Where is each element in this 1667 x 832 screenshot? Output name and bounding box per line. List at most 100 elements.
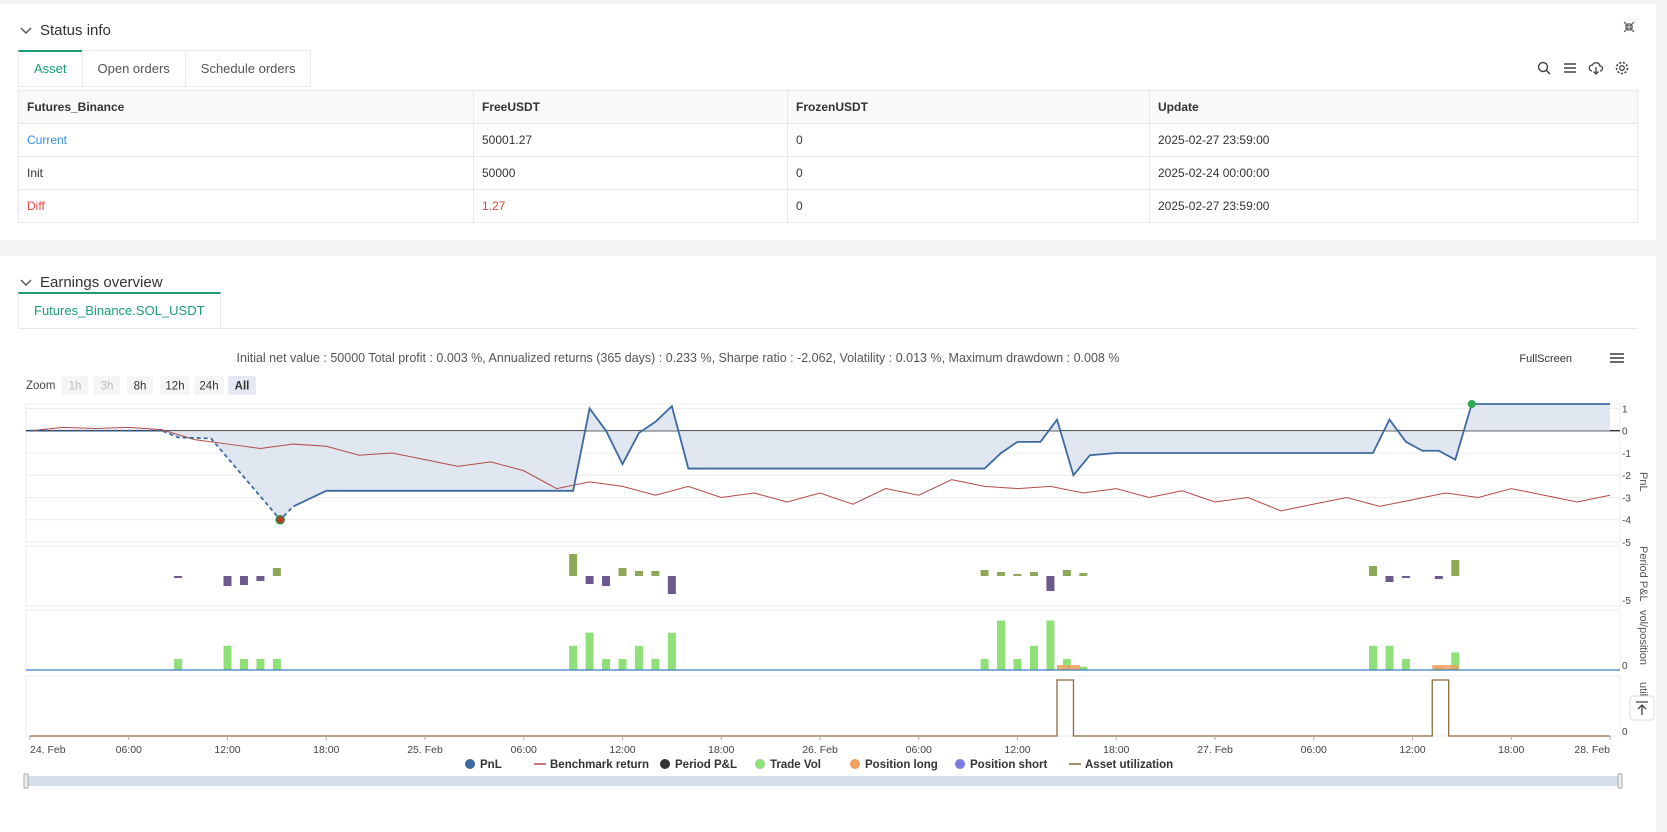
legend-item[interactable]: PnL xyxy=(480,759,502,771)
update-value: 2025-02-27 23:59:00 xyxy=(1149,189,1638,223)
frozen-value: 0 xyxy=(787,156,1150,190)
collapse-icon[interactable] xyxy=(1622,20,1636,34)
zoom-button-label: All xyxy=(235,381,250,393)
tab-schedule-orders[interactable]: Schedule orders xyxy=(184,50,312,86)
x-tick-label: 12:00 xyxy=(1004,744,1030,756)
trade-vol-bar xyxy=(569,645,578,670)
table-row: Init 50000 0 2025-02-24 00:00:00 xyxy=(18,156,1638,190)
period-bar xyxy=(1079,573,1088,576)
navigator-strip[interactable] xyxy=(26,776,1620,786)
col-free: FreeUSDT xyxy=(473,90,788,124)
list-icon[interactable] xyxy=(1562,60,1578,76)
tab-asset[interactable]: Asset xyxy=(18,50,83,86)
legend-item[interactable]: Position long xyxy=(865,759,938,771)
cloud-download-icon[interactable] xyxy=(1588,60,1604,76)
trade-vol-bar xyxy=(667,632,676,670)
free-value: 50000 xyxy=(473,156,788,190)
legend-dot-marker xyxy=(660,759,670,769)
trade-vol-bar xyxy=(602,659,611,670)
period-bar xyxy=(618,568,627,576)
fullscreen-button[interactable]: FullScreen xyxy=(1519,353,1572,365)
status-header[interactable]: Status info xyxy=(18,18,111,42)
legend-dot-marker xyxy=(755,759,765,769)
position-long-bar xyxy=(1432,665,1459,670)
period-bar xyxy=(651,571,660,576)
trade-vol-bar xyxy=(239,659,248,670)
status-panel: Status info Asset Open orders Schedule o… xyxy=(0,4,1656,240)
earnings-chart: Initial net value : 50000 Total profit :… xyxy=(23,351,1655,789)
period-bar xyxy=(602,576,611,586)
zoom-label: Zoom xyxy=(26,380,55,392)
col-exchange: Futures_Binance xyxy=(18,90,474,124)
chevron-down-icon[interactable] xyxy=(18,22,34,38)
zoom-button-label: 8h xyxy=(134,381,147,393)
row-label: Init xyxy=(18,156,474,190)
frozen-value: 0 xyxy=(787,123,1150,157)
tab-open-orders[interactable]: Open orders xyxy=(81,50,186,86)
legend-item[interactable]: Period P&L xyxy=(675,759,737,771)
pnl-tick-label: -2 xyxy=(1622,471,1631,482)
x-tick-label: 28. Feb xyxy=(1574,744,1610,756)
trade-vol-bar xyxy=(256,659,265,670)
vol-axis-label: vol/position xyxy=(1637,610,1649,665)
pnl-tick-label: 0 xyxy=(1622,427,1628,438)
trade-vol-bar xyxy=(651,659,660,670)
period-bar xyxy=(256,576,265,581)
period-bar xyxy=(174,576,183,578)
frozen-value: 0 xyxy=(787,189,1150,223)
legend-item[interactable]: Trade Vol xyxy=(770,759,821,771)
menu-icon[interactable] xyxy=(1610,353,1624,363)
update-value: 2025-02-24 00:00:00 xyxy=(1149,156,1638,190)
util-pane-frame xyxy=(25,675,1621,737)
x-tick-label: 06:00 xyxy=(1301,744,1327,756)
period-bar xyxy=(239,576,248,585)
period-axis-label: Period P&L xyxy=(1637,546,1649,602)
period-tick-label: -5 xyxy=(1622,596,1631,607)
free-value: 1.27 xyxy=(473,189,788,223)
earnings-panel: Earnings overview Futures_Binance.SOL_US… xyxy=(0,256,1656,832)
period-bar xyxy=(1369,566,1377,576)
x-tick-label: 18:00 xyxy=(708,744,734,756)
table-header-row: Futures_Binance FreeUSDT FrozenUSDT Upda… xyxy=(18,90,1638,124)
x-tick-label: 06:00 xyxy=(906,744,932,756)
vol-tick-label: 0 xyxy=(1622,661,1628,672)
gear-icon[interactable] xyxy=(1614,60,1630,76)
pnl-tick-label: -1 xyxy=(1622,449,1631,460)
legend-item[interactable]: Asset utilization xyxy=(1085,759,1173,771)
x-tick-label: 27. Feb xyxy=(1197,744,1233,756)
zoom-button-label: 24h xyxy=(199,381,218,393)
x-tick-label: 06:00 xyxy=(511,744,537,756)
search-icon[interactable] xyxy=(1536,60,1552,76)
vol-pane-frame xyxy=(25,609,1621,671)
max-marker xyxy=(1467,400,1476,408)
legend-item[interactable]: Benchmark return xyxy=(550,759,649,771)
zoom-button-label: 12h xyxy=(165,381,184,393)
position-long-bar xyxy=(1057,665,1081,670)
period-bar xyxy=(634,571,643,576)
period-bar xyxy=(1401,576,1410,578)
trade-vol-bar xyxy=(174,659,183,670)
period-bar xyxy=(1029,572,1038,576)
trade-vol-bar xyxy=(997,620,1006,670)
x-tick-label: 24. Feb xyxy=(30,744,66,756)
status-title: Status info xyxy=(40,21,111,39)
period-bar xyxy=(223,576,232,586)
update-value: 2025-02-27 23:59:00 xyxy=(1149,123,1638,157)
zoom-button-label: 3h xyxy=(101,381,114,393)
trade-vol-bar xyxy=(1369,645,1377,670)
period-bar xyxy=(997,572,1006,576)
navigator-handle-left[interactable] xyxy=(23,773,29,789)
period-bar xyxy=(1062,570,1071,576)
trade-vol-bar xyxy=(585,632,594,670)
row-label[interactable]: Current xyxy=(18,123,474,157)
zoom-button-label: 1h xyxy=(69,381,82,393)
period-bar xyxy=(1385,576,1394,582)
x-tick-label: 25. Feb xyxy=(407,744,443,756)
navigator-handle-right[interactable] xyxy=(1617,773,1623,789)
period-bar xyxy=(667,576,676,594)
legend-dot-marker xyxy=(955,759,965,769)
table-row: Current 50001.27 0 2025-02-27 23:59:00 xyxy=(18,123,1638,157)
period-pane-frame xyxy=(25,545,1621,607)
status-tabs: Asset Open orders Schedule orders xyxy=(18,50,312,87)
legend-item[interactable]: Position short xyxy=(970,759,1047,771)
